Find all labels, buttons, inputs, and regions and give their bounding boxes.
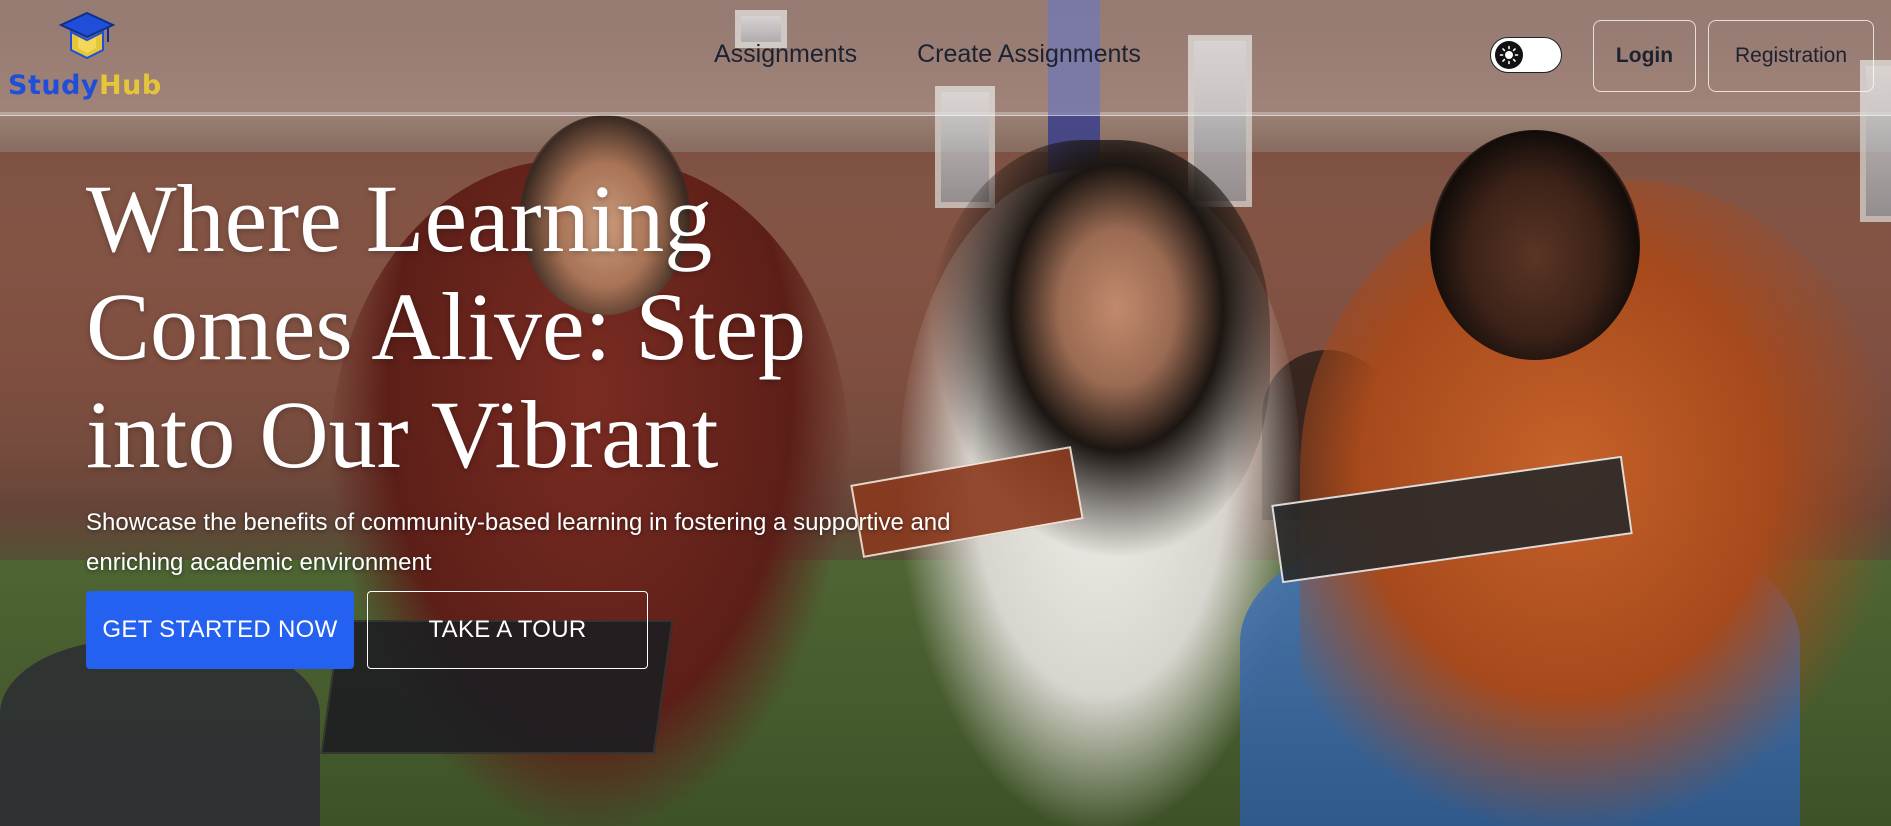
- navbar: StudyHub Assignments Create Assignments …: [0, 0, 1891, 116]
- theme-toggle[interactable]: [1490, 37, 1562, 73]
- brand-logo[interactable]: StudyHub: [8, 8, 161, 108]
- brand-name-part1: Study: [8, 70, 100, 101]
- main-nav: Assignments Create Assignments: [714, 40, 1141, 69]
- nav-link-create-assignments[interactable]: Create Assignments: [917, 40, 1141, 69]
- sun-icon: [1495, 41, 1523, 69]
- login-button[interactable]: Login: [1593, 20, 1696, 92]
- student-orange-jacket-head: [1430, 130, 1640, 360]
- hero-headline: Where Learning Comes Alive: Step into Ou…: [86, 165, 806, 488]
- nav-link-assignments[interactable]: Assignments: [714, 40, 857, 69]
- graduation-cap-icon: [58, 11, 116, 60]
- take-a-tour-button[interactable]: TAKE A TOUR: [367, 591, 648, 669]
- get-started-button[interactable]: GET STARTED NOW: [86, 591, 354, 669]
- hero-subtitle: Showcase the benefits of community-based…: [86, 509, 951, 576]
- brand-name: StudyHub: [8, 70, 162, 101]
- registration-button[interactable]: Registration: [1708, 20, 1874, 92]
- brand-name-part2: Hub: [99, 70, 162, 101]
